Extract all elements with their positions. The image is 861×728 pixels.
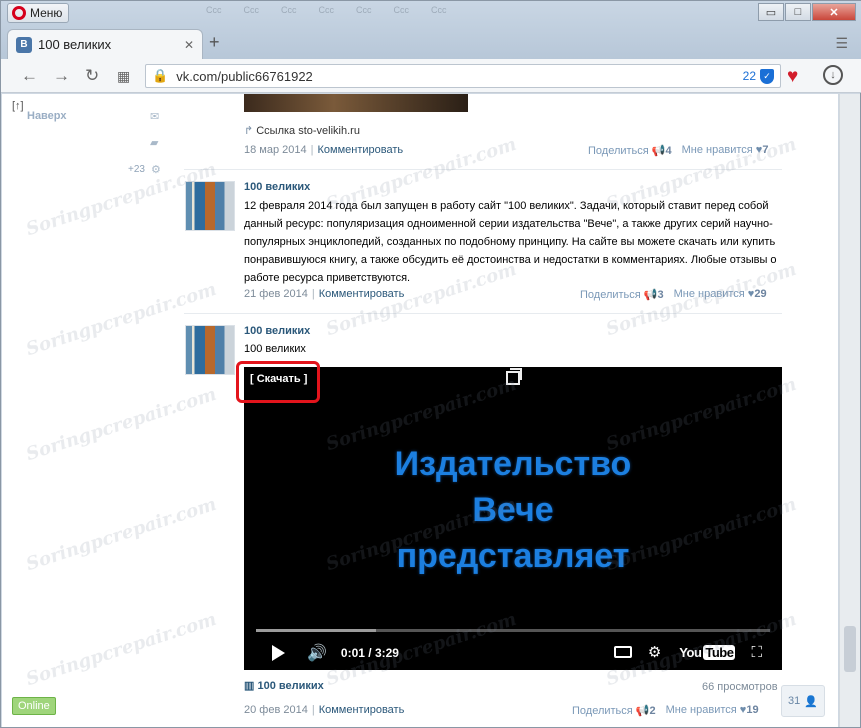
popout-icon[interactable]	[506, 368, 522, 385]
video-player[interactable]: [ Скачать ] Издательство Вече представля…	[236, 361, 782, 670]
new-tab-icon[interactable]: +	[209, 32, 220, 53]
post-actions: Поделиться 📢4 Мне нравится ♥7	[588, 144, 768, 157]
background-tab[interactable]: Ccc	[356, 5, 372, 15]
post-actions: Поделиться 📢3 Мне нравится ♥29	[580, 288, 767, 301]
browser-window: Меню Ccc Ccc Ccc Ccc Ccc Ccc Ccc ▭ □ ✕ В…	[0, 0, 861, 728]
author-avatar[interactable]	[185, 181, 235, 231]
downloads-icon[interactable]: ↓	[823, 65, 843, 85]
video-progress-bar[interactable]	[256, 629, 770, 632]
video-controls-right: ⚙ You Tube ⛶	[613, 643, 762, 661]
settings-gear-icon[interactable]: ⚙	[151, 163, 161, 176]
post-photo[interactable]	[244, 94, 468, 112]
play-icon[interactable]	[272, 645, 285, 661]
buffered-fill	[256, 629, 376, 632]
close-window-button[interactable]: ✕	[812, 3, 856, 21]
tab-title: 100 великих	[38, 37, 112, 52]
comments-bubble-icon[interactable]: ▰	[150, 136, 158, 149]
friends-count: 31	[788, 695, 801, 707]
post-meta: 21 фев 2014 | Комментировать	[244, 288, 405, 300]
tab-menu-icon[interactable]: ☰	[835, 35, 848, 52]
online-status-badge: Online	[12, 697, 56, 715]
minimize-button[interactable]: ▭	[758, 3, 784, 21]
active-tab[interactable]: В 100 великих ✕	[7, 29, 203, 59]
video-film-icon: ▥	[244, 680, 255, 692]
post-author-link[interactable]: 100 великих	[244, 325, 310, 337]
settings-gear-icon[interactable]: ⚙	[648, 643, 661, 661]
background-tab[interactable]: Ccc	[431, 5, 447, 15]
messages-envelope-icon[interactable]: ✉	[150, 110, 159, 123]
post-text: 12 февраля 2014 года был запущен в работ…	[244, 200, 777, 284]
link-arrow-icon: ↱	[244, 125, 254, 137]
post-divider	[184, 313, 782, 314]
fullscreen-icon[interactable]: ⛶	[751, 644, 762, 661]
post-meta: 20 фев 2014 | Комментировать	[244, 704, 405, 716]
background-tab[interactable]: Ccc	[281, 5, 297, 15]
post-meta: 18 мар 2014 | Комментировать	[244, 144, 404, 156]
tab-close-icon[interactable]: ✕	[184, 38, 194, 52]
share-button[interactable]: Поделиться 📢4	[588, 144, 672, 157]
post-divider	[184, 169, 782, 170]
url-text: vk.com/public66761922	[176, 68, 313, 84]
video-frame-title: Издательство Вече представляет	[394, 445, 632, 575]
post-link[interactable]: ↱ Ссылка sto-velikih.ru	[244, 124, 360, 137]
reload-icon[interactable]: ↻	[85, 66, 99, 86]
like-button[interactable]: Мне нравится ♥19	[666, 704, 759, 717]
background-tab-strip: Ccc Ccc Ccc Ccc Ccc Ccc Ccc	[206, 5, 447, 15]
scrollbar-thumb[interactable]	[844, 626, 856, 672]
page-scrollbar[interactable]	[839, 94, 860, 727]
like-button[interactable]: Мне нравится ♥7	[682, 144, 769, 157]
speed-dial-grid-icon[interactable]: ▦	[117, 68, 130, 85]
video-views: 66 просмотров	[702, 681, 778, 693]
adblock-count: 22	[742, 69, 756, 83]
post-date[interactable]: 18 мар 2014	[244, 144, 307, 156]
share-button[interactable]: Поделиться 📢2	[572, 704, 656, 717]
address-bar[interactable]: 🔒 vk.com/public66761922 22 ✓	[145, 64, 781, 88]
menu-label: Меню	[30, 6, 63, 20]
back-arrow-icon[interactable]: ←	[21, 66, 38, 86]
browser-toolbar: ← → ↻ ▦ 🔒 vk.com/public66761922 22 ✓ ♥ ↓	[1, 59, 861, 93]
scroll-up-bracket[interactable]: [↑]	[12, 100, 24, 112]
comment-link[interactable]: Комментировать	[317, 144, 403, 156]
post-text: 100 великих	[244, 343, 306, 355]
comment-link[interactable]: Комментировать	[319, 704, 405, 716]
video-time: 0:01 / 3:29	[340, 646, 399, 660]
author-avatar[interactable]	[185, 325, 235, 375]
window-controls: ▭ □ ✕	[758, 3, 856, 21]
like-button[interactable]: Мне нравится ♥29	[674, 288, 767, 301]
video-title-link[interactable]: ▥ 100 великих	[244, 679, 324, 692]
title-bar: Меню Ccc Ccc Ccc Ccc Ccc Ccc Ccc ▭ □ ✕ В…	[1, 1, 861, 59]
youtube-logo-icon[interactable]: You Tube	[677, 644, 736, 660]
adblock-shield-icon[interactable]: ✓	[760, 68, 774, 84]
post-date[interactable]: 20 фев 2014	[244, 704, 308, 716]
background-tab[interactable]: Ccc	[206, 5, 222, 15]
friends-online-button[interactable]: 31 👤	[781, 685, 825, 717]
video-controls: 🔊 0:01 / 3:29 ⚙ You Tube ⛶	[244, 639, 782, 667]
background-tab[interactable]: Ccc	[394, 5, 410, 15]
background-tab[interactable]: Ccc	[319, 5, 335, 15]
megaphone-icon: 📢	[635, 705, 650, 717]
vk-favicon-icon: В	[16, 36, 32, 53]
person-icon: 👤	[804, 695, 818, 708]
post-date[interactable]: 21 фев 2014	[244, 288, 308, 300]
post-author-link[interactable]: 100 великих	[244, 181, 310, 193]
maximize-button[interactable]: □	[785, 3, 811, 21]
background-tab[interactable]: Ccc	[244, 5, 260, 15]
secure-lock-icon: 🔒	[152, 68, 169, 83]
scroll-to-top-link[interactable]: Наверх	[27, 110, 67, 122]
share-button[interactable]: Поделиться 📢3	[580, 288, 664, 301]
notification-count: +23	[128, 164, 145, 175]
megaphone-icon: 📢	[651, 145, 666, 157]
forward-arrow-icon[interactable]: →	[53, 66, 70, 86]
page-content: [↑] Наверх ✉ ▰ +23 ⚙ Online ↱ Ссылка sto-…	[2, 94, 838, 727]
left-sidebar: [↑] Наверх ✉ ▰ +23 ⚙ Online	[2, 94, 182, 727]
download-highlight-box	[236, 361, 320, 403]
post-actions: Поделиться 📢2 Мне нравится ♥19	[572, 704, 759, 717]
opera-logo-icon	[12, 6, 26, 20]
megaphone-icon: 📢	[643, 289, 658, 301]
stash-heart-icon[interactable]: ♥	[787, 66, 798, 88]
opera-menu-button[interactable]: Меню	[7, 3, 70, 23]
comment-link[interactable]: Комментировать	[319, 288, 405, 300]
volume-icon[interactable]: 🔊	[307, 643, 327, 663]
subtitles-icon[interactable]	[613, 646, 632, 658]
